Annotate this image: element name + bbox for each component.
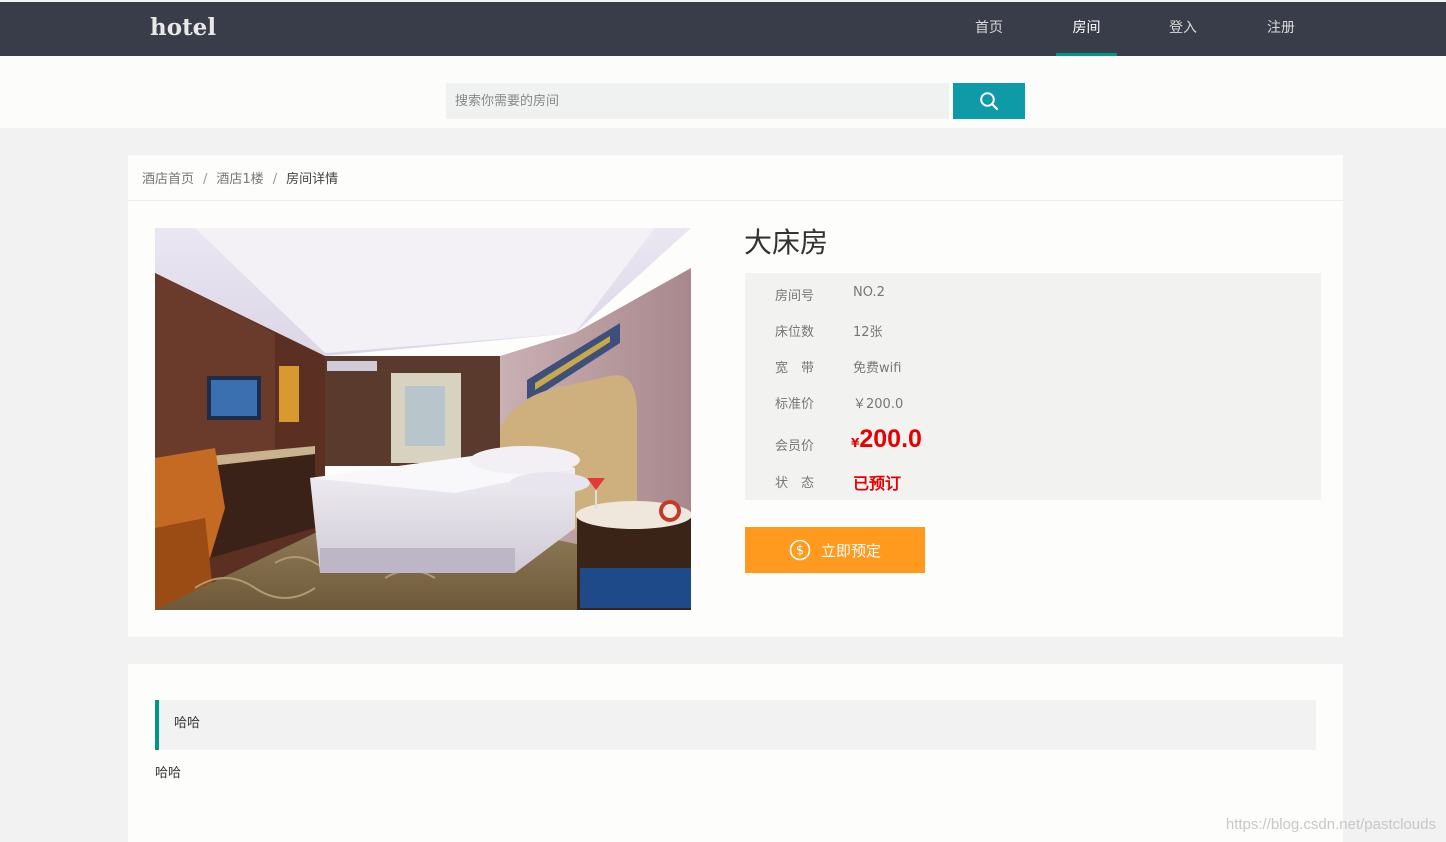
nav-login[interactable]: 登入	[1154, 2, 1212, 56]
room-number-value: NO.2	[853, 285, 885, 300]
room-detail-card: 酒店首页 / 酒店1楼 / 房间详情 大床房 房间号 NO.2 床位数 12张 …	[128, 155, 1343, 637]
beds-value: 12张	[853, 325, 883, 340]
site-logo[interactable]: hotel	[150, 14, 216, 41]
breadcrumb-home[interactable]: 酒店首页	[142, 168, 194, 187]
member-price-label: 会员价	[775, 439, 815, 454]
top-navbar: hotel 首页 房间 登入 注册	[0, 2, 1446, 56]
breadcrumb: 酒店首页 / 酒店1楼 / 房间详情	[142, 168, 338, 187]
breadcrumb-current: 房间详情	[286, 172, 339, 187]
description-quote: 哈哈	[155, 700, 1316, 750]
info-row-broadband: 宽 带 免费wifi	[745, 357, 1321, 387]
beds-label: 床位数	[775, 325, 815, 340]
book-now-button[interactable]: $ 立即预定	[745, 527, 925, 573]
member-price-value: ¥200.0	[851, 425, 922, 454]
svg-text:$: $	[796, 544, 804, 559]
search-bar-area	[0, 56, 1446, 128]
info-row-standard-price: 标准价 ￥200.0	[745, 393, 1321, 423]
info-row-room-number: 房间号 NO.2	[745, 285, 1321, 315]
nav-register[interactable]: 注册	[1251, 2, 1311, 56]
nav-home[interactable]: 首页	[960, 2, 1018, 56]
info-row-member-price: 会员价 ¥200.0	[745, 425, 1321, 465]
breadcrumb-separator: /	[203, 172, 208, 187]
breadcrumb-floor[interactable]: 酒店1楼	[216, 168, 263, 187]
standard-price-label: 标准价	[775, 397, 815, 412]
dollar-circle-icon: $	[789, 539, 811, 561]
room-title: 大床房	[744, 226, 829, 259]
search-button[interactable]	[953, 83, 1025, 119]
broadband-label: 宽 带	[775, 361, 815, 376]
room-description-card: 哈哈 哈哈	[128, 664, 1343, 842]
room-info-panel: 房间号 NO.2 床位数 12张 宽 带 免费wifi 标准价 ￥200.0 会…	[745, 273, 1321, 500]
room-photo	[155, 228, 691, 610]
status-badge: 已预订	[853, 474, 902, 493]
nav-rooms-label: 房间	[1072, 20, 1101, 36]
info-row-status: 状 态 已预订	[745, 470, 1321, 500]
info-row-beds: 床位数 12张	[745, 321, 1321, 351]
divider	[128, 200, 1343, 201]
member-price-number: 200.0	[859, 425, 922, 453]
broadband-value: 免费wifi	[853, 361, 902, 376]
search-input[interactable]	[446, 83, 949, 119]
watermark: https://blog.csdn.net/pastclouds	[1225, 816, 1436, 833]
book-now-label: 立即预定	[820, 541, 881, 560]
breadcrumb-separator: /	[272, 172, 278, 187]
search-icon	[980, 92, 999, 111]
status-label: 状 态	[775, 476, 815, 491]
standard-price-value: ￥200.0	[853, 397, 904, 412]
room-number-label: 房间号	[775, 289, 815, 304]
description-text: 哈哈	[155, 766, 182, 781]
nav-rooms[interactable]: 房间	[1056, 2, 1117, 56]
